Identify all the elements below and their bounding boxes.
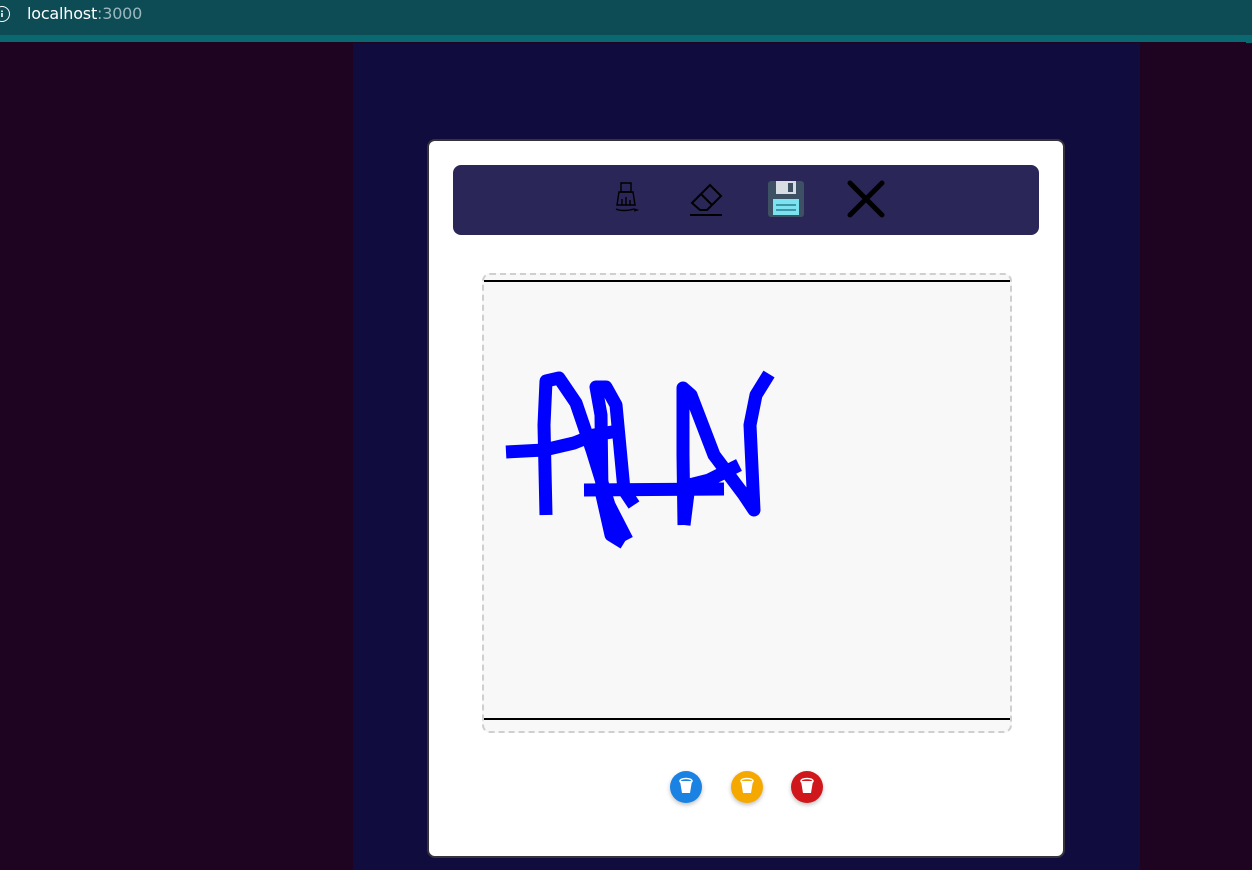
blue-color-button[interactable] [670,771,702,803]
right-panel [1140,43,1252,870]
red-color-button[interactable] [791,771,823,803]
blue-bucket-icon [676,775,696,800]
close-icon [846,179,886,219]
save-button[interactable] [764,177,808,221]
drawing-toolbar [453,165,1039,235]
color-palette [429,771,1063,811]
eraser-button[interactable] [684,177,728,221]
drawing-canvas[interactable] [482,273,1012,733]
eraser-icon [684,177,728,221]
url-text[interactable]: localhost:3000 [27,4,142,23]
brush-button[interactable] [604,177,648,221]
drawing-modal [427,139,1065,858]
yellow-color-button[interactable] [731,771,763,803]
yellow-bucket-icon [737,775,757,800]
red-bucket-icon [797,775,817,800]
brush-icon [606,179,646,219]
url-host: localhost [27,4,98,23]
browser-address-bar: localhost:3000 [0,0,1252,55]
left-panel [0,43,353,870]
address-bar-divider [0,35,1252,42]
close-button[interactable] [844,177,888,221]
save-icon [766,179,806,219]
url-port: :3000 [97,4,143,23]
drawn-strokes [505,370,775,549]
info-icon[interactable] [0,6,10,22]
